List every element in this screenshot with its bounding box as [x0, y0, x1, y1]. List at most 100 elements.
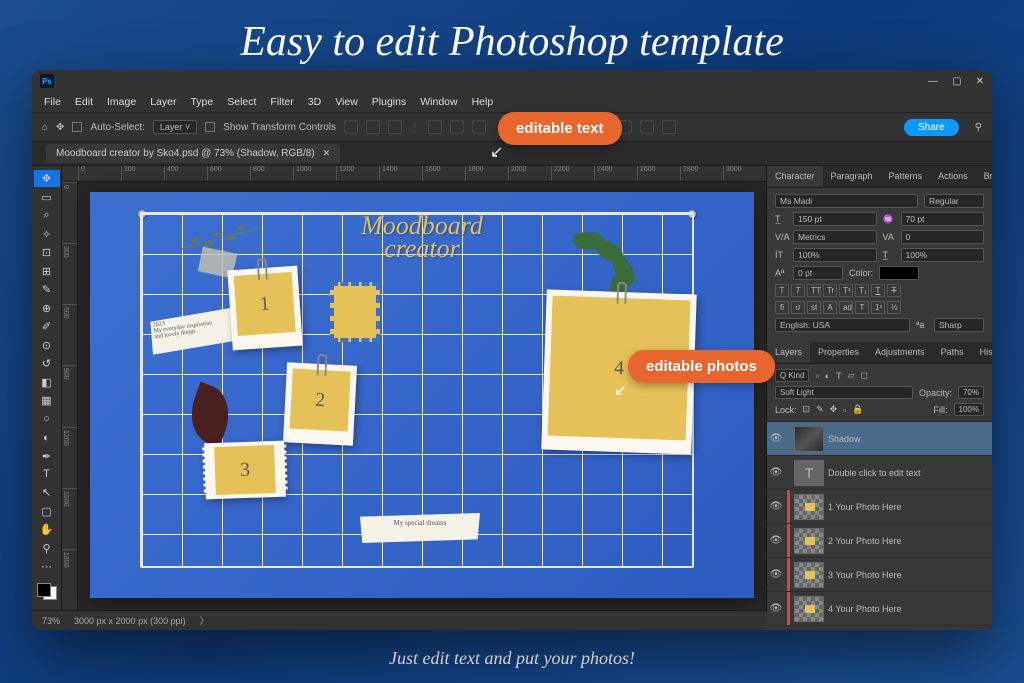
- edit-toolbar[interactable]: ⋯: [34, 558, 60, 575]
- layer-row[interactable]: 👁4 Your Photo Here: [767, 592, 992, 626]
- menu-filter[interactable]: Filter: [270, 96, 293, 108]
- font-style-dropdown[interactable]: Regular: [924, 194, 984, 208]
- hscale-field[interactable]: 100%: [901, 248, 985, 262]
- home-icon[interactable]: ⌂: [42, 122, 48, 133]
- type-tool[interactable]: T: [34, 466, 60, 483]
- auto-select-checkbox[interactable]: [72, 122, 82, 132]
- path-tool[interactable]: ↖: [34, 484, 60, 501]
- zoom-level[interactable]: 73%: [42, 616, 60, 626]
- close-icon[interactable]: ✕: [323, 148, 331, 159]
- language-dropdown[interactable]: English: USA: [775, 318, 910, 332]
- tab-history[interactable]: History: [972, 342, 992, 363]
- menu-window[interactable]: Window: [420, 96, 457, 108]
- gradient-tool[interactable]: ▦: [34, 392, 60, 409]
- filter-icon[interactable]: ◐: [825, 371, 830, 381]
- distribute-icon[interactable]: [450, 120, 464, 134]
- menu-edit[interactable]: Edit: [75, 96, 93, 108]
- layer-row[interactable]: 👁TDouble click to edit text: [767, 456, 992, 490]
- 3d-icon[interactable]: [640, 120, 654, 134]
- distribute-icon[interactable]: [428, 120, 442, 134]
- align-icon[interactable]: [366, 120, 380, 134]
- menu-help[interactable]: Help: [472, 96, 494, 108]
- frame-tool[interactable]: ⊞: [34, 262, 60, 279]
- tab-document[interactable]: Moodboard creator by Sko4.psd @ 73% (Sha…: [46, 144, 340, 163]
- hand-tool[interactable]: ✋: [34, 521, 60, 538]
- layer-row[interactable]: 👁2 Your Photo Here: [767, 524, 992, 558]
- align-icon[interactable]: [388, 120, 402, 134]
- marquee-tool[interactable]: ▭: [34, 188, 60, 205]
- visibility-icon[interactable]: 👁: [769, 603, 783, 614]
- visibility-icon[interactable]: 👁: [769, 501, 783, 512]
- filter-icon[interactable]: T: [836, 371, 842, 381]
- move-tool-icon[interactable]: ✥: [56, 122, 64, 133]
- menu-select[interactable]: Select: [227, 96, 256, 108]
- tab-properties[interactable]: Properties: [810, 342, 867, 363]
- antialias-dropdown[interactable]: Sharp: [934, 318, 984, 332]
- wand-tool[interactable]: ✧: [34, 225, 60, 242]
- font-family-dropdown[interactable]: Ms Madi: [775, 194, 918, 208]
- menu-type[interactable]: Type: [190, 96, 213, 108]
- tab-paragraph[interactable]: Paragraph: [823, 166, 881, 187]
- dodge-tool[interactable]: ◐: [34, 429, 60, 446]
- layer-row[interactable]: 👁▸📁Text Effect: [767, 626, 992, 630]
- visibility-icon[interactable]: 👁: [769, 535, 783, 546]
- fill-field[interactable]: 100%: [954, 403, 984, 416]
- tab-brushes[interactable]: Brushes: [976, 166, 992, 187]
- tab-patterns[interactable]: Patterns: [881, 166, 931, 187]
- search-icon[interactable]: ⚲: [975, 122, 982, 133]
- menu-3d[interactable]: 3D: [308, 96, 321, 108]
- tab-character[interactable]: Character: [767, 166, 823, 187]
- doc-info[interactable]: 3000 px x 2000 px (300 ppi): [74, 616, 186, 626]
- menu-file[interactable]: File: [44, 96, 61, 108]
- color-swatches[interactable]: [37, 583, 57, 600]
- layer-row[interactable]: 👁3 Your Photo Here: [767, 558, 992, 592]
- visibility-icon[interactable]: 👁: [769, 467, 783, 478]
- lock-icon[interactable]: ✥: [830, 404, 838, 415]
- kerning-field[interactable]: Metrics: [793, 230, 877, 244]
- canvas[interactable]: Moodboard creator 2023 My everyday inspi…: [90, 192, 754, 598]
- minimize-button[interactable]: —: [928, 76, 938, 87]
- lasso-tool[interactable]: ⌕: [34, 207, 60, 224]
- history-brush-tool[interactable]: ↺: [34, 355, 60, 372]
- tab-actions[interactable]: Actions: [930, 166, 976, 187]
- maximize-button[interactable]: ▢: [952, 76, 961, 87]
- blur-tool[interactable]: ○: [34, 410, 60, 427]
- visibility-icon[interactable]: 👁: [769, 569, 783, 580]
- menu-layer[interactable]: Layer: [150, 96, 176, 108]
- layer-row[interactable]: 👁1 Your Photo Here: [767, 490, 992, 524]
- filter-icon[interactable]: ▱: [848, 370, 855, 381]
- visibility-icon[interactable]: 👁: [769, 433, 783, 444]
- crop-tool[interactable]: ⊡: [34, 244, 60, 261]
- lock-icon[interactable]: ▫: [843, 405, 846, 415]
- eraser-tool[interactable]: ◧: [34, 373, 60, 390]
- leading-field[interactable]: 70 pt: [901, 212, 985, 226]
- lock-icon[interactable]: ✎: [816, 404, 824, 415]
- menu-view[interactable]: View: [335, 96, 358, 108]
- font-size-field[interactable]: 150 pt: [793, 212, 877, 226]
- move-tool[interactable]: ✥: [34, 170, 60, 187]
- tracking-field[interactable]: 0: [901, 230, 985, 244]
- tab-adjustments[interactable]: Adjustments: [867, 342, 933, 363]
- filter-icon[interactable]: ▫: [815, 371, 818, 381]
- menu-plugins[interactable]: Plugins: [372, 96, 406, 108]
- opacity-field[interactable]: 70%: [958, 386, 984, 399]
- menu-image[interactable]: Image: [107, 96, 136, 108]
- blend-mode-dropdown[interactable]: Soft Light: [775, 386, 913, 399]
- vscale-field[interactable]: 100%: [793, 248, 877, 262]
- lock-icon[interactable]: ⊡: [803, 404, 811, 415]
- auto-select-dropdown[interactable]: Layer ˅: [153, 120, 197, 134]
- shape-tool[interactable]: ▢: [34, 503, 60, 520]
- transform-checkbox[interactable]: [205, 122, 215, 132]
- lock-icon[interactable]: 🔒: [852, 404, 863, 415]
- filter-kind-dropdown[interactable]: Q Kind: [775, 369, 809, 382]
- baseline-field[interactable]: 0 pt: [793, 266, 843, 280]
- eyedropper-tool[interactable]: ✎: [34, 281, 60, 298]
- close-button[interactable]: ✕: [976, 76, 984, 87]
- color-swatch[interactable]: [879, 266, 919, 280]
- zoom-tool[interactable]: ⚲: [34, 540, 60, 557]
- share-button[interactable]: Share: [904, 119, 959, 136]
- pen-tool[interactable]: ✒: [34, 447, 60, 464]
- align-icon[interactable]: [344, 120, 358, 134]
- heal-tool[interactable]: ⊕: [34, 299, 60, 316]
- 3d-icon[interactable]: [662, 120, 676, 134]
